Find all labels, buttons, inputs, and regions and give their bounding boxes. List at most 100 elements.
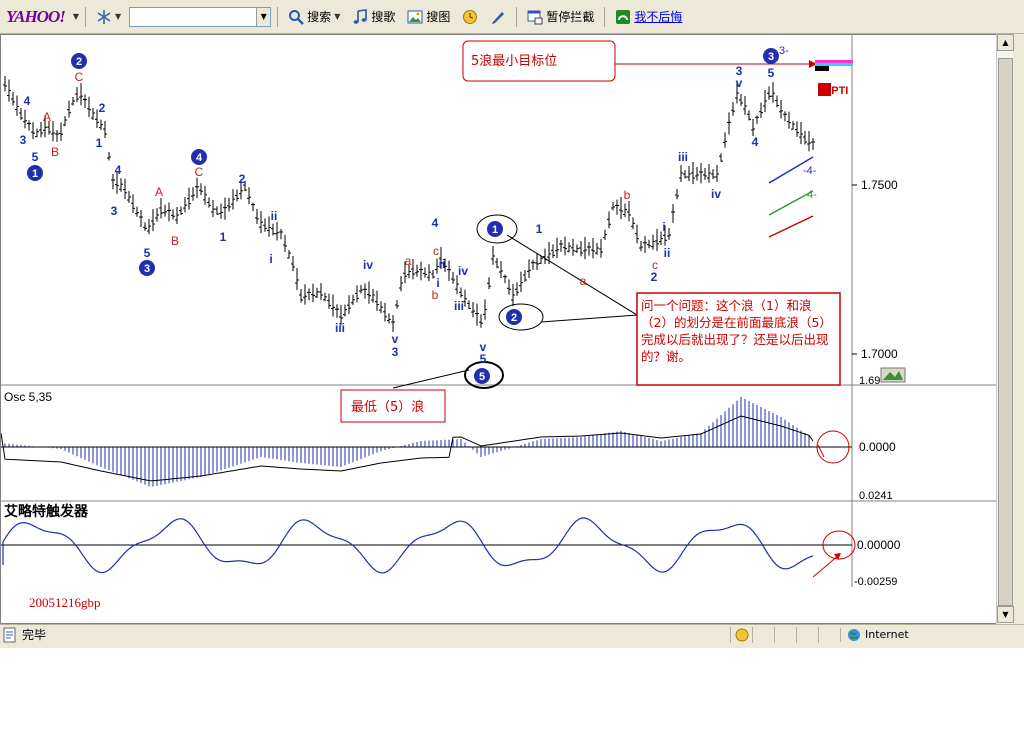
wave-label: a [580, 274, 587, 288]
settings-button[interactable]: ▼ [92, 5, 125, 29]
footer-code: 20051216gbp [29, 595, 101, 610]
zone-label: Internet [865, 628, 909, 641]
target-bar-cyan [815, 63, 853, 66]
popup-block-button[interactable]: 暂停拦截 [523, 5, 598, 29]
wave-label: 5 [480, 352, 487, 366]
wave-label: 4 [115, 163, 122, 177]
lowest-annotation: 最低（5）浪 [351, 400, 424, 415]
chart-panel: 1.7500 1.7000 1.69 Osc 5,35 0.0000 0.024… [0, 34, 997, 624]
wave-label: iv [363, 258, 373, 272]
question-annotation: 问一个问题：这个浪（1）和浪（2）的划分是在前面最底浪（5）完成以后就出现了？还… [641, 298, 832, 364]
music-search-label: 搜歌 [371, 10, 396, 24]
wave-label: 2 [239, 172, 246, 186]
wave-circle-label: 2 [511, 312, 517, 324]
wave-label: 3 [111, 204, 118, 218]
wave-label: ii [439, 257, 446, 271]
target-bar-black [815, 66, 829, 71]
wave-label: 4- [807, 189, 817, 201]
wave-circle-label: 1 [492, 224, 498, 236]
vertical-scrollbar[interactable]: ▲ ▼ [996, 34, 1014, 624]
osc-signal-line [1, 415, 814, 482]
status-cell [818, 626, 840, 643]
no-regret-link-label: 我不后悔 [634, 10, 683, 24]
status-cell [796, 626, 818, 643]
scroll-up-button[interactable]: ▲ [997, 34, 1014, 51]
status-cell [752, 626, 774, 643]
osc-tick-label: 0.0241 [859, 490, 893, 502]
settings-dropdown-icon: ▼ [115, 12, 122, 21]
wave-label: B [51, 145, 59, 159]
wave-circle-label: 2 [76, 56, 82, 68]
wave-label: iii [454, 299, 464, 313]
trigger-tick-label: -0.00259 [854, 576, 897, 588]
wave-label: iii [678, 150, 688, 164]
logo-dropdown-icon[interactable]: ▼ [73, 12, 79, 21]
question-annotation-wrap: 问一个问题：这个浪（1）和浪（2）的划分是在前面最底浪（5）完成以后就出现了？还… [641, 298, 832, 364]
search-input[interactable]: ▼ [129, 6, 272, 27]
clock-icon [463, 9, 478, 24]
wave-label: i [269, 252, 272, 266]
wave-label: 3 [392, 345, 399, 359]
wave-label: 1 [536, 222, 543, 236]
search-dropdown-icon[interactable]: ▼ [256, 7, 271, 26]
status-cell [774, 626, 796, 643]
wave-label: v [392, 332, 399, 346]
search-options-icon: ▼ [334, 12, 341, 21]
image-search-label: 搜图 [426, 10, 451, 24]
wave-label: 1 [96, 136, 103, 150]
wave-label: c [652, 258, 658, 272]
trigger-title: 艾略特触发器 [4, 503, 89, 520]
wave-label: 2 [99, 101, 106, 115]
green-phone-icon [616, 9, 631, 24]
wave-label: v [736, 76, 743, 90]
target-bar-magenta [815, 60, 853, 63]
no-regret-link[interactable]: 我不后悔 [611, 5, 686, 29]
lock-icon [735, 628, 748, 641]
toolbar-divider [85, 6, 87, 27]
wave-label: b [432, 288, 439, 302]
wave-circle-label: 1 [32, 168, 38, 180]
trigger-arrow [812, 554, 840, 578]
yahoo-toolbar: YAHOO! ▼ ▼ ▼ 搜索 ▼ 搜歌 搜图 暂停拦截 我不后悔 [0, 0, 1024, 34]
music-search-button[interactable]: 搜歌 [348, 5, 399, 29]
wave-label: ii [664, 246, 671, 260]
wave-circle-label: 3 [144, 263, 150, 275]
browser-window: YAHOO! ▼ ▼ ▼ 搜索 ▼ 搜歌 搜图 暂停拦截 我不后悔 1.7500… [0, 0, 1024, 648]
target-annotation: 5浪最小目标位 [471, 54, 557, 69]
internet-zone[interactable]: Internet [840, 627, 1024, 642]
search-button[interactable]: 搜索 ▼ [284, 5, 344, 29]
wave-label: c [433, 244, 439, 258]
pti-tag: 63PTI [819, 85, 848, 97]
wave-label: a [405, 254, 412, 268]
osc-tick-label: 0.0000 [859, 440, 896, 454]
search-button-label: 搜索 [307, 10, 332, 24]
status-main: 完毕 [0, 626, 730, 643]
wave-label: iv [458, 264, 468, 278]
wave-label: A [43, 110, 51, 124]
picture-icon [407, 10, 423, 23]
price-tick-label: 1.7500 [861, 178, 898, 192]
elliott-wave-chart: 1.7500 1.7000 1.69 Osc 5,35 0.0000 0.024… [1, 35, 996, 610]
clock-button[interactable] [458, 5, 482, 29]
wave-label: 4 [432, 216, 439, 230]
page-icon [3, 627, 16, 642]
scroll-thumb[interactable] [998, 58, 1013, 606]
wave-label: B [171, 234, 179, 248]
popup-block-label: 暂停拦截 [546, 10, 595, 24]
highlight-button[interactable] [486, 5, 510, 29]
wave-label: A [155, 185, 163, 199]
status-text: 完毕 [22, 628, 47, 642]
wave-label: 5 [768, 66, 775, 80]
wave-label: 2 [651, 270, 658, 284]
wave-circle-label: 3 [768, 51, 774, 63]
scroll-down-button[interactable]: ▼ [997, 606, 1014, 623]
wave-label: iv [711, 187, 721, 201]
image-search-button[interactable]: 搜图 [403, 5, 454, 29]
wave-label: iii [335, 321, 345, 335]
yahoo-logo[interactable]: YAHOO! [2, 7, 69, 27]
toolbar-divider [277, 6, 279, 27]
snowflake-icon [97, 9, 111, 24]
magnifier-icon [289, 9, 305, 25]
status-bar: 完毕 Internet [0, 624, 1024, 644]
forecast-line-red [768, 215, 814, 238]
